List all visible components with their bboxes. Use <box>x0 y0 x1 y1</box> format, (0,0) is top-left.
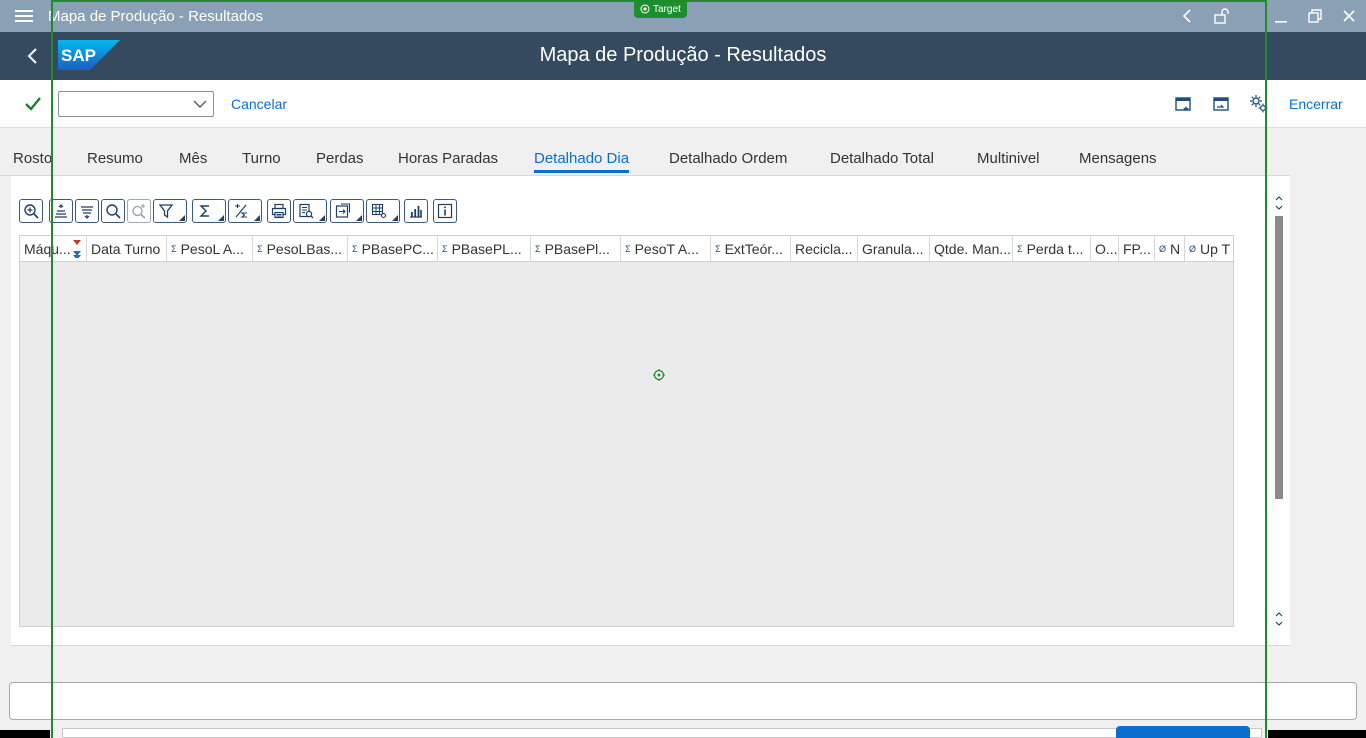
sum-button[interactable] <box>192 199 226 223</box>
sort-descending-button[interactable] <box>75 199 99 223</box>
graphic-icon <box>410 206 422 218</box>
tab-horas-paradas[interactable]: Horas Paradas <box>398 150 498 167</box>
subtotal-icon <box>235 204 247 218</box>
tab-mensagens[interactable]: Mensagens <box>1079 150 1157 167</box>
sum-icon <box>199 205 209 217</box>
column-header[interactable]: Recicla... <box>791 236 858 262</box>
tab-turno[interactable]: Turno <box>242 150 281 167</box>
checkmark-icon <box>25 97 41 111</box>
tab-strip: Rosto Resumo Mês Turno Perdas Horas Para… <box>0 128 1290 176</box>
column-header[interactable]: Σ PBasePL... <box>438 236 531 262</box>
taskbar-fragment <box>0 730 50 738</box>
column-header[interactable]: Σ PesoT A... <box>621 236 711 262</box>
zoom-details-icon <box>24 204 39 219</box>
find-icon <box>106 204 121 219</box>
column-header[interactable]: Σ PBasePC... <box>348 236 438 262</box>
tab-resumo[interactable]: Resumo <box>87 150 143 167</box>
underlying-button-fragment <box>1116 726 1250 738</box>
chevron-up-down-icon <box>1275 196 1283 210</box>
column-header[interactable]: Data Turno <box>87 236 167 262</box>
info-icon <box>437 203 453 219</box>
tab-content-panel: Máqu... Data Turno Σ PesoL A... Σ PesoLBas… <box>11 176 1290 646</box>
exit-button[interactable]: Encerrar <box>1289 96 1343 112</box>
unlock-icon[interactable] <box>1204 0 1238 32</box>
command-field[interactable] <box>58 91 214 117</box>
column-header[interactable]: FP... <box>1119 236 1155 262</box>
print-button[interactable] <box>267 199 291 223</box>
new-window-icon[interactable] <box>1172 93 1194 115</box>
confirm-button[interactable] <box>20 92 46 116</box>
layout-button[interactable] <box>366 199 400 223</box>
find-next-button[interactable] <box>127 199 151 223</box>
sort-ascending-icon <box>55 204 67 218</box>
view-button[interactable] <box>293 199 327 223</box>
menu-icon[interactable] <box>0 0 48 32</box>
column-header[interactable]: Σ ExtTeór... <box>711 236 791 262</box>
sort-indicator-icon <box>73 240 81 258</box>
target-frame-left <box>51 0 53 738</box>
status-message-bar[interactable] <box>9 682 1357 720</box>
column-header[interactable]: Σ PesoL A... <box>167 236 253 262</box>
target-badge: Target <box>634 0 687 18</box>
chevron-down-icon[interactable] <box>191 94 209 114</box>
find-button[interactable] <box>101 199 125 223</box>
tab-detalhado-ordem[interactable]: Detalhado Ordem <box>669 150 787 167</box>
target-badge-label: Target <box>653 3 681 15</box>
application-toolbar: Cancelar Encerrar <box>0 80 1366 128</box>
restore-window-icon[interactable] <box>1210 93 1232 115</box>
info-button[interactable] <box>433 199 457 223</box>
underlying-window-fragment <box>62 728 1262 738</box>
page-title: Mapa de Produção - Resultados <box>539 44 827 66</box>
tab-detalhado-dia[interactable]: Detalhado Dia <box>534 150 630 173</box>
scroll-up-button[interactable] <box>1270 190 1288 216</box>
taskbar-fragment <box>1268 730 1366 738</box>
alv-grid[interactable]: Máqu... Data Turno Σ PesoL A... Σ PesoLBas… <box>19 235 1234 627</box>
tab-multinivel[interactable]: Multinivel <box>977 150 1040 167</box>
column-header[interactable]: O... <box>1091 236 1119 262</box>
column-header[interactable]: Máqu... <box>20 236 87 262</box>
close-icon[interactable] <box>1332 0 1366 32</box>
bottom-strip <box>0 720 1366 738</box>
scroll-down-button[interactable] <box>1270 606 1288 632</box>
view-icon <box>299 203 314 219</box>
target-frame-right <box>1265 0 1267 738</box>
filter-button[interactable] <box>153 199 187 223</box>
column-header[interactable]: ØN <box>1155 236 1185 262</box>
minimize-icon[interactable] <box>1264 0 1298 32</box>
scrollbar-thumb[interactable] <box>1275 216 1283 499</box>
shell-header: SAP Mapa de Produção - Resultados <box>0 32 1366 80</box>
maximize-icon[interactable] <box>1298 0 1332 32</box>
cancel-button[interactable]: Cancelar <box>231 96 287 112</box>
subtotal-button[interactable] <box>228 199 262 223</box>
find-next-icon <box>132 204 146 219</box>
tab-detalhado-total[interactable]: Detalhado Total <box>830 150 934 167</box>
export-button[interactable] <box>330 199 364 223</box>
vertical-scrollbar[interactable] <box>1270 190 1288 630</box>
column-header[interactable]: Ø Up T <box>1185 236 1233 262</box>
window-title: Mapa de Produção - Resultados <box>48 7 264 25</box>
filter-icon <box>158 204 174 219</box>
grid-header: Máqu... Data Turno Σ PesoL A... Σ PesoLBas… <box>20 236 1233 262</box>
column-header[interactable]: Granula... <box>858 236 930 262</box>
export-icon <box>335 203 351 218</box>
target-frame-top <box>51 0 1267 2</box>
zoom-details-button[interactable] <box>19 199 43 223</box>
chevron-left-icon[interactable] <box>1170 0 1204 32</box>
column-header[interactable]: Σ PesoLBas... <box>253 236 348 262</box>
sort-descending-icon <box>81 206 93 219</box>
column-header[interactable]: Σ Perda t... <box>1013 236 1091 262</box>
tab-mes[interactable]: Mês <box>179 150 207 167</box>
layout-icon <box>371 203 387 219</box>
tab-perdas[interactable]: Perdas <box>316 150 364 167</box>
graphic-button[interactable] <box>404 199 428 223</box>
column-header[interactable]: Σ PBasePl... <box>531 236 621 262</box>
target-icon <box>640 4 650 14</box>
tab-rosto[interactable]: Rosto <box>13 150 52 167</box>
print-icon <box>271 203 287 219</box>
column-header[interactable]: Qtde. Man... <box>930 236 1013 262</box>
target-crosshair-icon <box>653 369 665 381</box>
chevron-up-down-icon <box>1275 612 1283 626</box>
